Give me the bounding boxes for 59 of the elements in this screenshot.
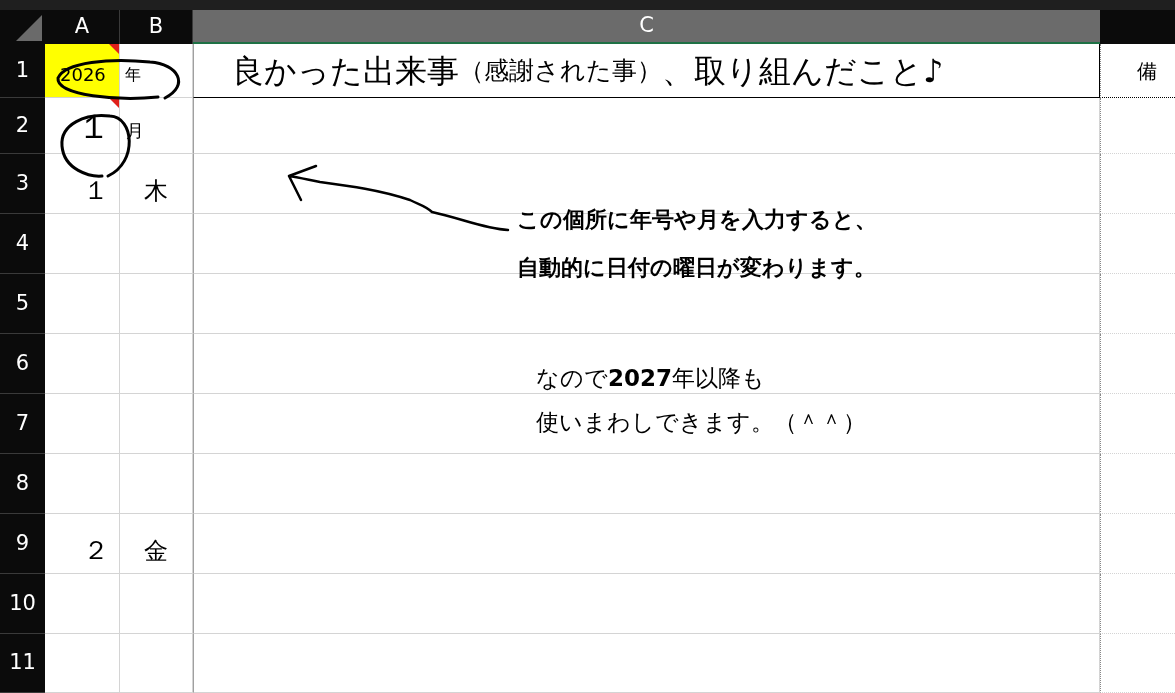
spreadsheet-cell[interactable] <box>1100 394 1175 454</box>
column-header[interactable]: B <box>120 10 193 44</box>
spreadsheet-cell[interactable] <box>1100 214 1175 274</box>
spreadsheet-cell[interactable] <box>193 454 1100 514</box>
row-header[interactable]: 4 <box>0 214 45 274</box>
spreadsheet-cell[interactable] <box>45 394 120 454</box>
spreadsheet-cell[interactable] <box>193 514 1100 574</box>
row-header[interactable]: 1 <box>0 44 45 98</box>
spreadsheet-cell[interactable] <box>120 454 193 514</box>
row-header[interactable]: 8 <box>0 454 45 514</box>
spreadsheet-cell[interactable] <box>120 334 193 394</box>
spreadsheet-cell[interactable] <box>45 214 120 274</box>
row-header[interactable]: 6 <box>0 334 45 394</box>
spreadsheet-cell[interactable]: 金 <box>120 514 193 574</box>
row-header[interactable]: 11 <box>0 634 45 693</box>
spreadsheet-cell[interactable] <box>45 454 120 514</box>
spreadsheet-cell[interactable]: 木 <box>120 154 193 214</box>
spreadsheet-cell[interactable] <box>1100 98 1175 154</box>
spreadsheet-cell[interactable] <box>1100 514 1175 574</box>
spreadsheet-cell[interactable] <box>45 634 120 693</box>
select-all-button[interactable] <box>0 10 45 44</box>
row-header[interactable]: 10 <box>0 574 45 634</box>
row-header[interactable]: 3 <box>0 154 45 214</box>
spreadsheet-cell[interactable] <box>1100 154 1175 214</box>
spreadsheet-cell[interactable] <box>45 274 120 334</box>
corner-triangle-icon <box>16 15 42 41</box>
annotation-text: 自動的に日付の曜日が変わります。 <box>517 254 877 282</box>
row-header[interactable]: 9 <box>0 514 45 574</box>
spreadsheet-cell[interactable] <box>45 334 120 394</box>
spreadsheet-cell[interactable]: 良かった出来事（感謝された事）、取り組んだこと♪ <box>193 44 1100 98</box>
row-header[interactable]: 2 <box>0 98 45 154</box>
spreadsheet-cell[interactable] <box>45 574 120 634</box>
annotation-text: 使いまわしできます。（＾＾） <box>536 408 866 437</box>
column-header[interactable]: C <box>193 10 1100 44</box>
column-header[interactable] <box>1100 10 1175 44</box>
spreadsheet-cell[interactable] <box>120 574 193 634</box>
annotation-text: この個所に年号や月を入力すると、 <box>517 206 877 234</box>
spreadsheet-cell[interactable] <box>1100 274 1175 334</box>
row-header[interactable]: 5 <box>0 274 45 334</box>
spreadsheet-cell[interactable] <box>193 334 1100 394</box>
spreadsheet-cell[interactable] <box>120 274 193 334</box>
spreadsheet-cell[interactable] <box>120 394 193 454</box>
spreadsheet-cell[interactable] <box>193 394 1100 454</box>
column-header[interactable]: A <box>45 10 120 44</box>
spreadsheet-cell[interactable] <box>193 574 1100 634</box>
spreadsheet-cell[interactable] <box>120 634 193 693</box>
row-header[interactable]: 7 <box>0 394 45 454</box>
annotation-text: なので2027年以降も <box>536 364 766 393</box>
spreadsheet-cell[interactable]: ２ <box>45 514 120 574</box>
spreadsheet-cell[interactable]: 備 <box>1100 44 1175 98</box>
spreadsheet-cell[interactable] <box>1100 454 1175 514</box>
spreadsheet-cell[interactable] <box>193 98 1100 154</box>
spreadsheet-cell[interactable] <box>1100 574 1175 634</box>
spreadsheet-cell[interactable]: 2026 <box>45 44 120 98</box>
spreadsheet-cell[interactable]: １ <box>45 154 120 214</box>
spreadsheet-cell[interactable] <box>193 634 1100 693</box>
spreadsheet-cell[interactable] <box>120 214 193 274</box>
spreadsheet-cell[interactable] <box>1100 334 1175 394</box>
spreadsheet-cell[interactable] <box>1100 634 1175 693</box>
